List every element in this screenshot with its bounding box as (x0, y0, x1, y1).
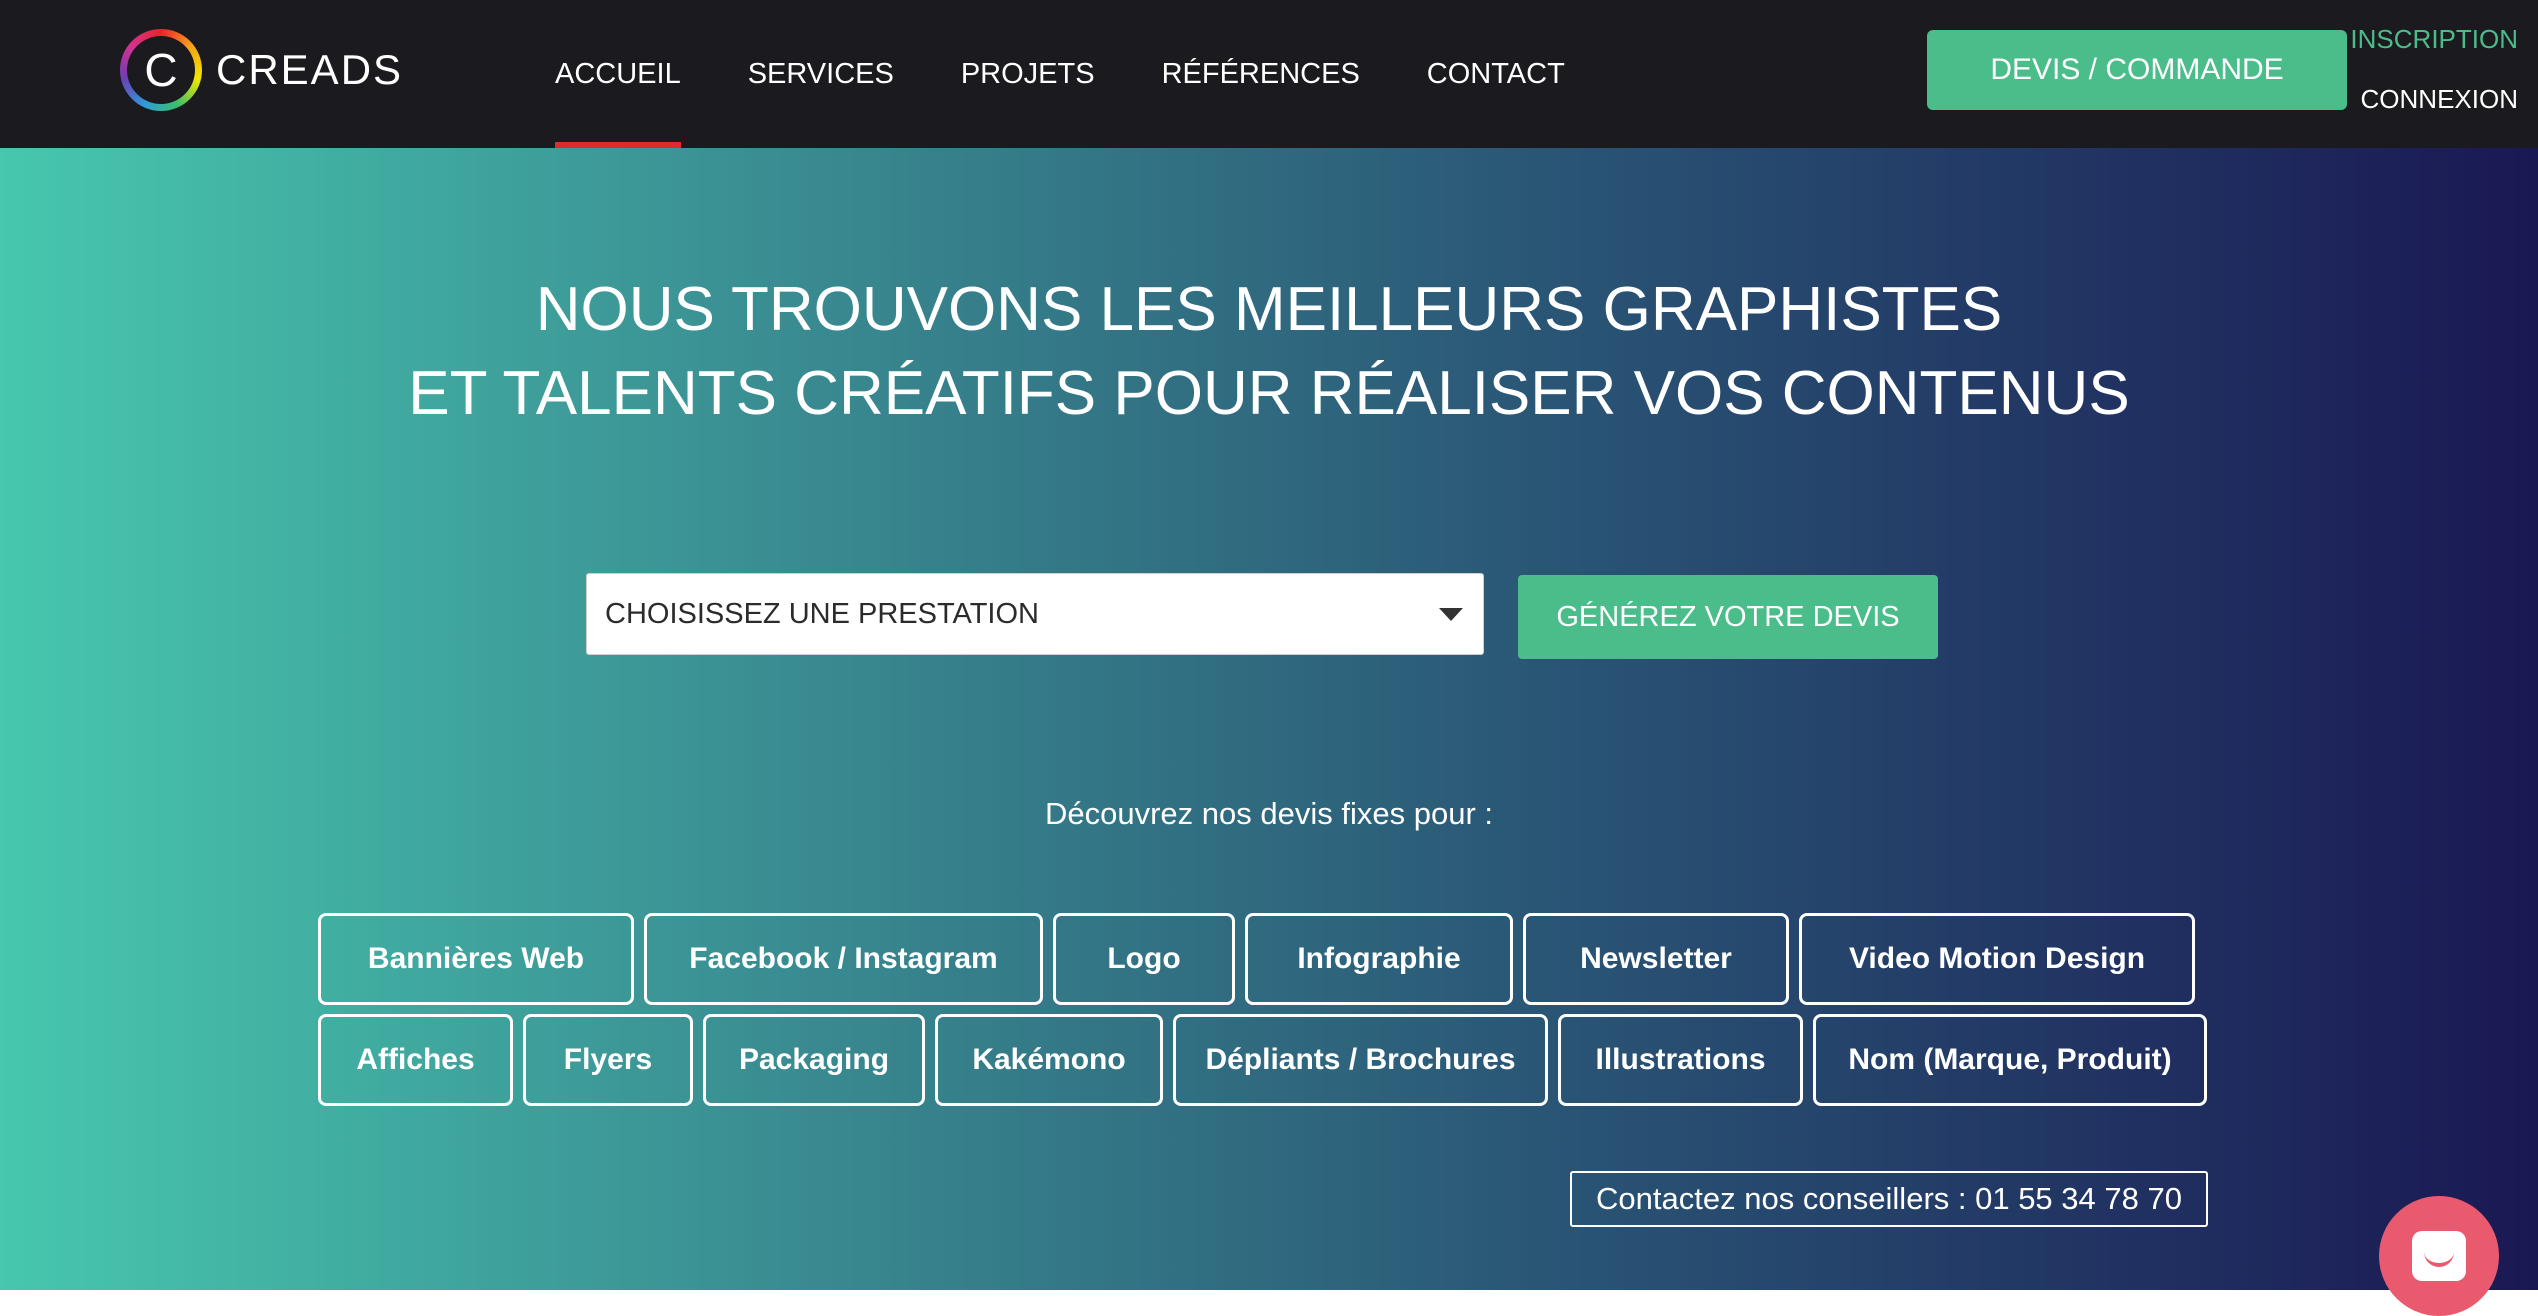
devis-commande-button[interactable]: DEVIS / COMMANDE (1927, 30, 2347, 110)
tag-affiches[interactable]: Affiches (318, 1014, 513, 1106)
tag-illustrations[interactable]: Illustrations (1558, 1014, 1803, 1106)
tag-kakemono[interactable]: Kakémono (935, 1014, 1163, 1106)
contact-advisors-box: Contactez nos conseillers : 01 55 34 78 … (1570, 1171, 2208, 1227)
logo-wordmark: CREADS (216, 46, 404, 93)
hero-headline: NOUS TROUVONS LES MEILLEURS GRAPHISTES E… (0, 268, 2538, 436)
nav-item-projets[interactable]: PROJETS (961, 0, 1095, 148)
inscription-link[interactable]: INSCRIPTION (2350, 24, 2518, 55)
tag-row-1: Bannières Web Facebook / Instagram Logo … (318, 913, 2205, 1005)
logo-ring-icon: C (120, 29, 202, 111)
tag-flyers[interactable]: Flyers (523, 1014, 693, 1106)
creads-logo[interactable]: C CREADS (120, 28, 403, 112)
prestation-select-value: CHOISISSEZ UNE PRESTATION (605, 597, 1039, 630)
tag-video-motion-design[interactable]: Video Motion Design (1799, 913, 2195, 1005)
generate-quote-button[interactable]: GÉNÉREZ VOTRE DEVIS (1518, 575, 1938, 659)
main-nav: ACCUEIL SERVICES PROJETS RÉFÉRENCES CONT… (555, 0, 1632, 148)
fixed-quotes-subtitle: Découvrez nos devis fixes pour : (1045, 796, 1493, 831)
tag-newsletter[interactable]: Newsletter (1523, 913, 1789, 1005)
tag-row-2: Affiches Flyers Packaging Kakémono Dépli… (318, 1014, 2217, 1106)
logo-letter: C (127, 36, 195, 104)
headline-line-2: ET TALENTS CRÉATIFS POUR RÉALISER VOS CO… (408, 359, 2130, 428)
tag-packaging[interactable]: Packaging (703, 1014, 925, 1106)
chevron-down-icon (1439, 608, 1463, 621)
hero-section: NOUS TROUVONS LES MEILLEURS GRAPHISTES E… (0, 148, 2538, 1290)
nav-item-accueil[interactable]: ACCUEIL (555, 0, 681, 148)
headline-line-1: NOUS TROUVONS LES MEILLEURS GRAPHISTES (535, 275, 2003, 344)
chat-icon (2412, 1231, 2466, 1281)
nav-item-services[interactable]: SERVICES (748, 0, 894, 148)
nav-item-contact[interactable]: CONTACT (1427, 0, 1565, 148)
tag-facebook-instagram[interactable]: Facebook / Instagram (644, 913, 1043, 1005)
tag-infographie[interactable]: Infographie (1245, 913, 1513, 1005)
top-navigation-bar: C CREADS ACCUEIL SERVICES PROJETS RÉFÉRE… (0, 0, 2538, 148)
nav-item-references[interactable]: RÉFÉRENCES (1162, 0, 1360, 148)
connexion-link[interactable]: CONNEXION (2361, 84, 2518, 115)
tag-nom-marque-produit[interactable]: Nom (Marque, Produit) (1813, 1014, 2207, 1106)
tag-depliants-brochures[interactable]: Dépliants / Brochures (1173, 1014, 1548, 1106)
chat-launcher-button[interactable] (2379, 1196, 2499, 1316)
prestation-select[interactable]: CHOISISSEZ UNE PRESTATION (586, 573, 1484, 655)
tag-bannieres-web[interactable]: Bannières Web (318, 913, 634, 1005)
tag-logo[interactable]: Logo (1053, 913, 1235, 1005)
